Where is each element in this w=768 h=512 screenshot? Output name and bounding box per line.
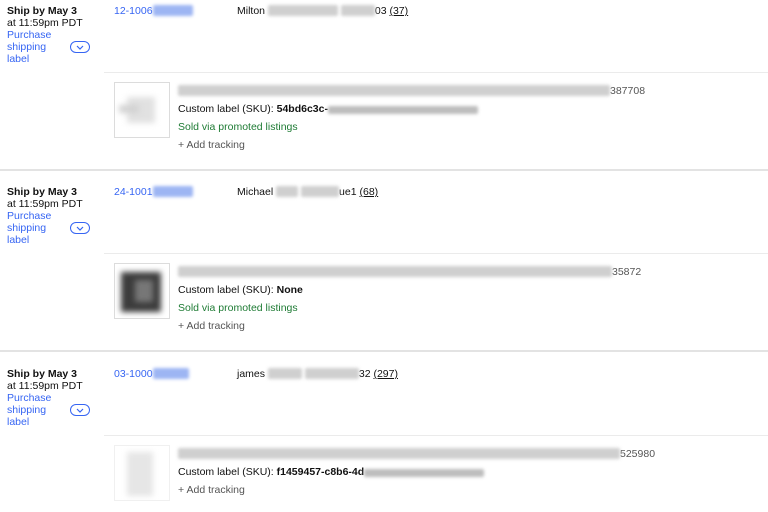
ship-by-date: Ship by May 3	[7, 186, 78, 198]
chevron-down-icon	[76, 408, 84, 413]
ship-by-date: Ship by May 3	[7, 5, 78, 17]
ship-by-time: at 11:59pm PDT	[7, 380, 83, 392]
item-thumbnail[interactable]	[114, 445, 170, 501]
add-tracking-link[interactable]: + Add tracking	[178, 481, 655, 499]
item-thumbnail[interactable]	[114, 82, 170, 138]
expand-actions-button[interactable]	[70, 222, 90, 234]
expand-actions-button[interactable]	[70, 41, 90, 53]
sku-label: Custom label (SKU):	[178, 103, 274, 115]
custom-label-row: Custom label (SKU): 54bd6c3c-	[178, 100, 645, 118]
buyer-id-suffix: 03	[374, 5, 387, 17]
item-divider	[104, 435, 768, 436]
redacted-buyer-name	[276, 186, 299, 197]
sku-label: Custom label (SKU):	[178, 284, 274, 296]
ship-info: Ship by May 3 at 11:59pm PDT Purchase sh…	[7, 5, 102, 65]
order-number-link[interactable]: 03-1000	[114, 368, 189, 380]
item-thumbnail[interactable]	[114, 263, 170, 319]
item-number-suffix: 387708	[610, 85, 646, 97]
item-title-row: 525980	[178, 445, 655, 463]
thumb-image-placeholder	[135, 280, 153, 302]
sku-value: None	[276, 284, 303, 296]
promoted-listing-note: Sold via promoted listings	[178, 121, 298, 133]
redacted-buyer-name	[267, 368, 302, 379]
buyer-name: james	[237, 368, 266, 380]
order-separator	[0, 169, 768, 171]
redacted-item-title	[178, 266, 612, 277]
redacted-buyer-id	[301, 186, 340, 197]
item-title-row: 387708	[178, 82, 645, 100]
order-number-text: 12-1006	[114, 5, 153, 17]
buyer-id-suffix: 32	[358, 368, 371, 380]
item-divider	[104, 72, 768, 73]
add-tracking-link[interactable]: + Add tracking	[178, 136, 645, 154]
buyer-name: Michael	[237, 186, 274, 198]
buyer-name: Milton	[237, 5, 266, 17]
redacted-item-title	[178, 448, 620, 459]
chevron-down-icon	[76, 226, 84, 231]
item-number-suffix: 525980	[620, 448, 656, 460]
ship-by-time: at 11:59pm PDT	[7, 198, 83, 210]
order-separator	[0, 350, 768, 352]
redacted-sku	[328, 106, 478, 114]
redacted-buyer-id	[304, 368, 359, 379]
purchase-shipping-label-link[interactable]: Purchase shipping label	[7, 392, 63, 428]
item-divider	[104, 253, 768, 254]
feedback-score-link[interactable]: (37)	[389, 5, 408, 17]
sku-label: Custom label (SKU):	[178, 466, 274, 478]
redacted-order-number	[152, 368, 189, 379]
thumb-image-placeholder	[119, 105, 139, 113]
redacted-order-number	[152, 5, 193, 16]
buyer-id-suffix: ue1	[339, 186, 357, 198]
ship-by-time: at 11:59pm PDT	[7, 17, 83, 29]
redacted-item-title	[178, 85, 610, 96]
order-number-text: 24-1001	[114, 186, 153, 198]
custom-label-row: Custom label (SKU): None	[178, 281, 641, 299]
expand-actions-button[interactable]	[70, 404, 90, 416]
ship-by-date: Ship by May 3	[7, 368, 78, 380]
item-title-row: 35872	[178, 263, 641, 281]
redacted-buyer-id	[340, 5, 375, 16]
buyer-info: Michael ue1 (68)	[237, 186, 378, 198]
add-tracking-link[interactable]: + Add tracking	[178, 317, 641, 335]
redacted-buyer-name	[267, 5, 338, 16]
ship-info: Ship by May 3 at 11:59pm PDT Purchase sh…	[7, 186, 102, 246]
purchase-shipping-label-link[interactable]: Purchase shipping label	[7, 29, 63, 65]
ship-info: Ship by May 3 at 11:59pm PDT Purchase sh…	[7, 368, 102, 428]
buyer-info: james 32 (297)	[237, 368, 398, 380]
buyer-info: Milton 03 (37)	[237, 5, 408, 17]
item-details: 387708 Custom label (SKU): 54bd6c3c- Sol…	[178, 82, 645, 154]
item-details: 525980 Custom label (SKU): f1459457-c8b6…	[178, 445, 655, 499]
promoted-listing-note: Sold via promoted listings	[178, 302, 298, 314]
item-details: 35872 Custom label (SKU): None Sold via …	[178, 263, 641, 335]
item-number-suffix: 35872	[612, 266, 642, 278]
feedback-score-link[interactable]: (68)	[359, 186, 378, 198]
sku-value: f1459457-c8b6-4d	[276, 466, 365, 478]
thumb-image-placeholder	[127, 452, 153, 496]
order-number-link[interactable]: 24-1001	[114, 186, 193, 198]
purchase-shipping-label-link[interactable]: Purchase shipping label	[7, 210, 63, 246]
redacted-sku	[364, 469, 485, 477]
order-number-text: 03-1000	[114, 368, 153, 380]
chevron-down-icon	[76, 45, 84, 50]
feedback-score-link[interactable]: (297)	[373, 368, 398, 380]
sku-value: 54bd6c3c-	[276, 103, 328, 115]
redacted-order-number	[152, 186, 193, 197]
order-number-link[interactable]: 12-1006	[114, 5, 193, 17]
custom-label-row: Custom label (SKU): f1459457-c8b6-4d	[178, 463, 655, 481]
